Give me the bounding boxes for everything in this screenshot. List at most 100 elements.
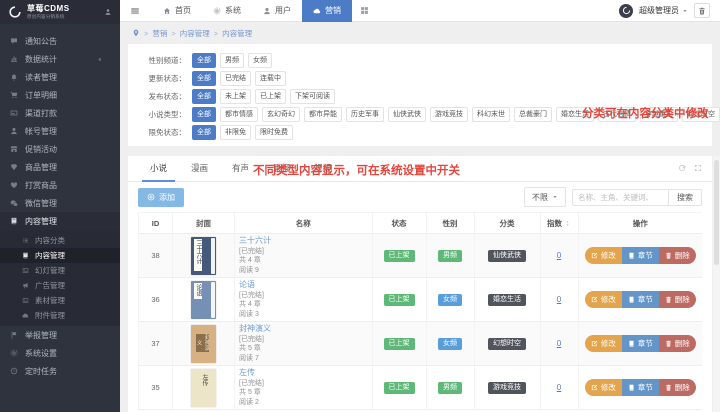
edit-button[interactable]: 修改 xyxy=(585,247,622,264)
filter-chip[interactable]: 全部 xyxy=(192,107,216,122)
cell-cover: 论语 xyxy=(173,278,235,322)
book-cover[interactable]: 三十六计 xyxy=(191,237,216,275)
filter-chip[interactable]: 女频 xyxy=(248,53,272,68)
filter-chip[interactable]: 下架可阅读 xyxy=(290,89,335,104)
title-link[interactable]: 三十六计 xyxy=(239,236,271,247)
title-link[interactable]: 论语 xyxy=(239,280,255,291)
topnav-item-营销[interactable]: 营销 xyxy=(302,0,352,22)
filter-chip[interactable]: 全部 xyxy=(192,53,216,68)
chapters-button[interactable]: 章节 xyxy=(622,379,659,396)
sidebar-subitem[interactable]: 内容管理 xyxy=(0,248,120,263)
topnav-item-系统[interactable]: 系统 xyxy=(202,0,252,22)
filter-chip[interactable]: 全部 xyxy=(192,125,216,140)
chevron-down-icon xyxy=(682,8,688,14)
sort-icon[interactable] xyxy=(564,220,571,227)
filter-panel: 性别频道：全部男频女频更新状态：全部已完结连载中发布状态：全部未上架已上架下架可… xyxy=(128,44,712,146)
action-button-label: 删除 xyxy=(675,382,690,393)
sidebar-item[interactable]: 举报管理 xyxy=(0,326,120,344)
topnav-item-用户[interactable]: 用户 xyxy=(252,0,302,22)
delete-button[interactable]: 删除 xyxy=(659,379,696,396)
book-cover[interactable]: 封神演义 xyxy=(191,325,216,363)
breadcrumb-item[interactable]: 内容管理 xyxy=(180,28,210,39)
filter-chip[interactable]: 已上架 xyxy=(255,89,286,104)
filter-chip[interactable]: 限时免费 xyxy=(255,125,293,140)
index-link[interactable]: 0 xyxy=(557,339,561,348)
expand-icon[interactable] xyxy=(694,164,702,172)
cover-label: 封神演义 xyxy=(196,334,209,352)
add-button[interactable]: 添加 xyxy=(138,188,184,207)
search-button[interactable]: 搜索 xyxy=(668,189,702,206)
sidebar-item[interactable]: 定时任务 xyxy=(0,362,120,380)
sidebar-item[interactable]: 内容管理 xyxy=(0,212,120,230)
sidebar-subitem[interactable]: 幻灯管理 xyxy=(0,263,120,278)
clear-cache-button[interactable] xyxy=(694,3,710,18)
scrollbar-thumb[interactable] xyxy=(714,160,719,265)
user-outline-icon xyxy=(104,8,112,16)
sidebar-subitem[interactable]: 附件管理 xyxy=(0,308,120,323)
delete-button[interactable]: 删除 xyxy=(659,291,696,308)
avatar[interactable] xyxy=(619,4,633,18)
sidebar-subitem[interactable]: 广告管理 xyxy=(0,278,120,293)
filter-chip[interactable]: 连载中 xyxy=(255,71,286,86)
hamburger-icon[interactable] xyxy=(130,6,140,16)
filter-chip[interactable]: 全部 xyxy=(192,89,216,104)
scope-dropdown[interactable]: 不限 xyxy=(524,187,566,207)
trash-icon xyxy=(665,296,672,303)
filter-chip[interactable]: 总裁豪门 xyxy=(514,107,552,122)
filter-chip[interactable]: 非限免 xyxy=(220,125,251,140)
sidebar-item[interactable]: 商品管理 xyxy=(0,158,120,176)
table-header-row: ID封面名称状态性别分类指数操作 xyxy=(139,213,703,234)
sidebar-item[interactable]: 渠道打款 xyxy=(0,104,120,122)
filter-chip[interactable]: 都市异能 xyxy=(304,107,342,122)
index-link[interactable]: 0 xyxy=(557,295,561,304)
sidebar-subitem[interactable]: 内容分类 xyxy=(0,233,120,248)
book-cover[interactable]: 论语 xyxy=(191,281,216,319)
delete-button[interactable]: 删除 xyxy=(659,247,696,264)
filter-chip[interactable]: 全部 xyxy=(192,71,216,86)
sidebar-subitem[interactable]: 素材管理 xyxy=(0,293,120,308)
sidebar-item[interactable]: 订单明细 xyxy=(0,86,120,104)
filter-chip[interactable]: 男频 xyxy=(220,53,244,68)
action-button-label: 删除 xyxy=(675,338,690,349)
filter-row: 更新状态：全部已完结连载中 xyxy=(138,69,702,87)
breadcrumb-item[interactable]: 营销 xyxy=(152,28,167,39)
chapters-button[interactable]: 章节 xyxy=(622,335,659,352)
filter-chip[interactable]: 仙侠武侠 xyxy=(388,107,426,122)
sidebar-item-label: 举报管理 xyxy=(25,330,57,341)
index-link[interactable]: 0 xyxy=(557,251,561,260)
filter-chip[interactable]: 玄幻奇幻 xyxy=(262,107,300,122)
sidebar-item[interactable]: 读者管理 xyxy=(0,68,120,86)
title-link[interactable]: 左传 xyxy=(239,368,255,379)
sidebar-item[interactable]: 打赏商品 xyxy=(0,176,120,194)
delete-button[interactable]: 删除 xyxy=(659,335,696,352)
title-link[interactable]: 封神演义 xyxy=(239,324,271,335)
chapters-button[interactable]: 章节 xyxy=(622,247,659,264)
apps-grid-icon[interactable] xyxy=(360,6,369,15)
filter-chip[interactable]: 历史军事 xyxy=(346,107,384,122)
topnav-item-首页[interactable]: 首页 xyxy=(152,0,202,22)
sidebar-item[interactable]: 系统设置 xyxy=(0,344,120,362)
sidebar-item[interactable]: 通知公告 xyxy=(0,32,120,50)
filter-chip[interactable]: 科幻末世 xyxy=(472,107,510,122)
edit-button[interactable]: 修改 xyxy=(585,379,622,396)
sidebar-item[interactable]: 微信管理 xyxy=(0,194,120,212)
user-dropdown[interactable]: 超级管理员 xyxy=(639,5,688,16)
tab-小说[interactable]: 小说 xyxy=(138,155,179,181)
filter-chip[interactable]: 未上架 xyxy=(220,89,251,104)
filter-chip[interactable]: 游戏竞技 xyxy=(430,107,468,122)
sidebar-item[interactable]: 帐号管理 xyxy=(0,122,120,140)
book-cover[interactable]: 左传 xyxy=(191,369,216,407)
search-input[interactable] xyxy=(572,189,668,206)
chapters-button[interactable]: 章节 xyxy=(622,291,659,308)
tab-漫画[interactable]: 漫画 xyxy=(179,155,220,181)
filter-chip[interactable]: 都市情感 xyxy=(220,107,258,122)
cell-actions: 修改章节 删除 xyxy=(578,366,702,410)
sidebar-item[interactable]: 促销活动 xyxy=(0,140,120,158)
filter-chip[interactable]: 已完结 xyxy=(220,71,251,86)
edit-button[interactable]: 修改 xyxy=(585,291,622,308)
top-navbar: 首页系统用户营销 超级管理员 xyxy=(120,0,720,22)
index-link[interactable]: 0 xyxy=(557,383,561,392)
refresh-icon[interactable] xyxy=(678,164,686,172)
edit-button[interactable]: 修改 xyxy=(585,335,622,352)
sidebar-item[interactable]: 数据统计 xyxy=(0,50,120,68)
